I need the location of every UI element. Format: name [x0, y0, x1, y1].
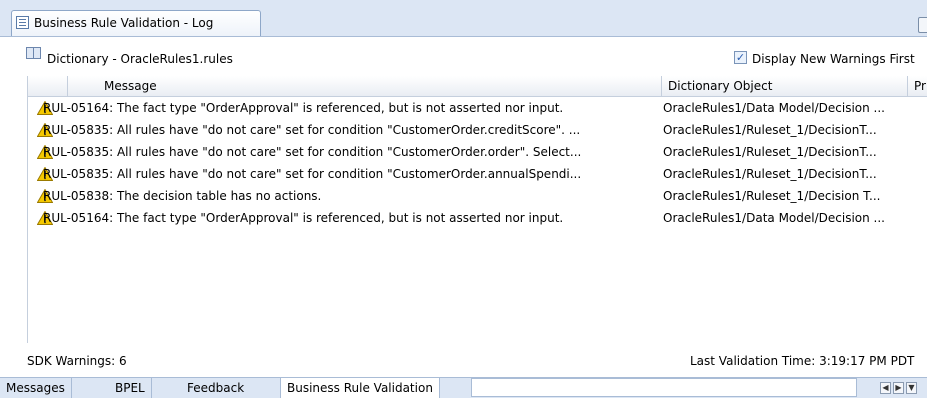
- icon-column-header[interactable]: [28, 76, 68, 96]
- dictionary-object-cell: OracleRules1/Ruleset_1/Decision T...: [663, 189, 881, 203]
- column-header-message[interactable]: Message: [68, 76, 662, 96]
- dictionary-object-cell: OracleRules1/Ruleset_1/DecisionT...: [663, 167, 877, 181]
- scroll-left-icon[interactable]: ◀: [880, 382, 891, 394]
- tab-list-icon[interactable]: ▼: [906, 382, 917, 394]
- dictionary-object-cell: OracleRules1/Data Model/Decision ...: [663, 101, 885, 115]
- message-cell: RUL-05835: All rules have "do not care" …: [43, 123, 581, 137]
- bottom-tab-strip: Messages BPEL Feedback Business Rule Val…: [0, 377, 927, 398]
- table-row[interactable]: RUL-05835: All rules have "do not care" …: [28, 163, 927, 185]
- display-new-warnings-label[interactable]: Display New Warnings First: [752, 52, 915, 66]
- tab-feedback[interactable]: Feedback: [181, 378, 250, 398]
- sdk-warnings-count: SDK Warnings: 6: [27, 354, 127, 368]
- table-header: Message Dictionary Object Pr: [28, 76, 927, 97]
- message-cell: RUL-05164: The fact type "OrderApproval"…: [43, 101, 564, 115]
- column-header-dictionary-object[interactable]: Dictionary Object: [662, 76, 908, 96]
- tab-business-rule-validation[interactable]: Business Rule Validation: [280, 378, 440, 398]
- dictionary-object-cell: OracleRules1/Ruleset_1/DecisionT...: [663, 123, 877, 137]
- status-bar: SDK Warnings: 6 Last Validation Time: 3:…: [0, 350, 927, 372]
- column-header-priority[interactable]: Pr: [908, 76, 927, 96]
- validation-log-table: Message Dictionary Object Pr RUL-05164: …: [27, 76, 927, 343]
- dictionary-object-cell: OracleRules1/Data Model/Decision ...: [663, 211, 885, 225]
- table-row[interactable]: RUL-05835: All rules have "do not care" …: [28, 119, 927, 141]
- table-row[interactable]: RUL-05835: All rules have "do not care" …: [28, 141, 927, 163]
- message-cell: RUL-05835: All rules have "do not care" …: [43, 145, 582, 159]
- table-row[interactable]: RUL-05838: The decision table has no act…: [28, 185, 927, 207]
- tab-messages[interactable]: Messages: [0, 378, 72, 398]
- top-tab-strip: Business Rule Validation - Log: [0, 0, 927, 37]
- scroll-right-icon[interactable]: ▶: [893, 382, 904, 394]
- table-row[interactable]: RUL-05164: The fact type "OrderApproval"…: [28, 207, 927, 229]
- last-validation-time: Last Validation Time: 3:19:17 PM PDT: [690, 354, 915, 368]
- table-row[interactable]: RUL-05164: The fact type "OrderApproval"…: [28, 97, 927, 119]
- tab-strip-filler: [471, 378, 857, 397]
- dictionary-icon: [26, 47, 41, 59]
- message-cell: RUL-05835: All rules have "do not care" …: [43, 167, 582, 181]
- tab-bpel[interactable]: BPEL: [109, 378, 152, 398]
- log-icon: [16, 16, 29, 29]
- dictionary-label: Dictionary - OracleRules1.rules: [47, 52, 233, 66]
- display-new-warnings-checkbox[interactable]: ✓: [734, 51, 747, 64]
- dictionary-bar: Dictionary - OracleRules1.rules ✓ Displa…: [0, 37, 927, 71]
- restore-window-icon[interactable]: [918, 17, 927, 33]
- window-title: Business Rule Validation - Log: [34, 16, 214, 30]
- message-cell: RUL-05164: The fact type "OrderApproval"…: [43, 211, 564, 225]
- dictionary-object-cell: OracleRules1/Ruleset_1/DecisionT...: [663, 145, 877, 159]
- message-cell: RUL-05838: The decision table has no act…: [43, 189, 322, 203]
- tab-business-rule-validation-log[interactable]: Business Rule Validation - Log: [11, 10, 261, 36]
